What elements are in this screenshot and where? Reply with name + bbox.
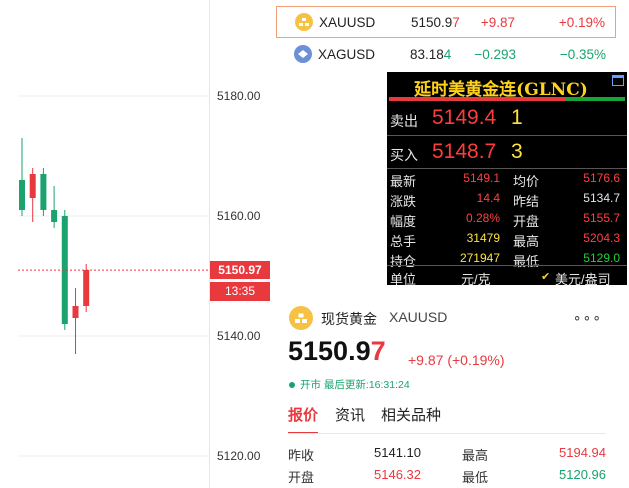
glnc-quote-panel: 延时美黄金连(GLNC) 卖出 5149.4 1 买入 5148.7 3 最新 …: [387, 72, 627, 285]
stat-label: 幅度: [390, 214, 417, 229]
bid-ask-ratio-green: [565, 97, 625, 101]
divider: [288, 433, 606, 434]
quote-change-pct: −0.35%: [559, 46, 606, 62]
y-tick-label: 5140.00: [217, 329, 261, 343]
stat-label: 昨收: [288, 448, 315, 463]
quote-price: 5150.97: [411, 15, 460, 30]
instrument-name: 现货黄金: [321, 311, 377, 327]
stat-label: 开盘: [288, 470, 315, 485]
tab-news[interactable]: 资讯: [335, 404, 365, 425]
stat-label: 最低: [462, 470, 489, 485]
checkmark-icon: ✔: [541, 271, 551, 283]
stat-label: 总手: [390, 234, 417, 249]
price-main: 5150.9: [288, 336, 371, 366]
candle-body: [29, 174, 36, 198]
price-last-digit: 7: [370, 336, 386, 366]
detail-stat-row: 开盘 5146.32 最低 5120.96: [288, 467, 606, 488]
market-open-dot-icon: [289, 381, 295, 388]
stat-label: 最高: [462, 448, 489, 463]
tab-quote[interactable]: 报价: [288, 404, 318, 425]
quote-list: XAUUSD 5150.97 +9.87 +0.19% XAGUSD 83.18…: [276, 6, 616, 70]
stat-value: 5134.7: [583, 191, 620, 205]
detail-stat-row: 昨收 5141.10 最高 5194.94: [288, 445, 606, 467]
unit-value[interactable]: 元/克: [461, 269, 491, 285]
time-tag: 13:35: [210, 282, 270, 301]
quote-price-main: 83.18: [410, 46, 444, 62]
glnc-buy-row: 买入 5148.7 3: [387, 135, 627, 169]
stat-label: 最高: [513, 234, 540, 249]
quote-change-pct: +0.19%: [558, 14, 605, 30]
unit-label: 单位: [390, 272, 417, 285]
stat-value: 31479: [466, 231, 500, 245]
glnc-stat-row: 总手 31479 最高 5204.3: [387, 229, 627, 249]
candle-body: [40, 174, 47, 210]
silver-coin-icon: [294, 45, 312, 63]
stat-value: 5176.6: [583, 171, 620, 185]
y-tick-label: 5160.00: [217, 209, 261, 223]
instrument-price: 5150.97: [288, 336, 386, 367]
instrument-symbol: XAUUSD: [389, 309, 448, 325]
glnc-stats-grid: 最新 5149.1 均价 5176.6 涨跌 14.4 昨结 5134.7 幅度…: [387, 168, 627, 269]
bid-ask-ratio-bar: [389, 97, 625, 101]
quote-change: −0.293: [474, 46, 516, 62]
quote-price-main: 5150.9: [411, 14, 453, 30]
quote-price-last-digit: 4: [443, 46, 452, 62]
sell-volume: 1: [511, 106, 523, 129]
market-status: 开市 最后更新:16:31:24: [289, 377, 410, 392]
gold-bars-icon: [289, 306, 313, 330]
more-options-icon[interactable]: ∘∘∘: [573, 309, 602, 326]
market-status-text: 开市 最后更新:16:31:24: [300, 379, 410, 391]
unit-alt[interactable]: 美元/盎司: [555, 269, 611, 285]
stat-value: 5129.0: [583, 251, 620, 265]
gold-coin-icon: [295, 13, 313, 31]
y-tick-label: 5180.00: [217, 89, 261, 103]
stat-value: 5149.1: [463, 171, 500, 185]
tab-related[interactable]: 相关品种: [381, 404, 441, 425]
stat-value: 14.4: [476, 191, 500, 205]
stat-value: 5194.94: [559, 445, 606, 460]
stat-label: 开盘: [513, 214, 540, 229]
quote-price-last-digit: 7: [452, 14, 460, 30]
quote-row-xauusd[interactable]: XAUUSD 5150.97 +9.87 +0.19%: [276, 6, 616, 38]
instrument-detail-card: 现货黄金 XAUUSD ∘∘∘ 5150.97 +9.87 (+0.19%) 开…: [277, 292, 616, 488]
candlestick-chart[interactable]: 5180.00 5160.00 5140.00 5120.00 5150.97 13:…: [0, 0, 276, 488]
stat-value: 0.28%: [465, 211, 500, 225]
buy-label: 买入: [390, 147, 418, 163]
glnc-unit-row: 单位 元/克 ✔ 美元/盎司: [387, 265, 627, 285]
quote-symbol: XAGUSD: [318, 46, 376, 62]
restore-window-icon[interactable]: [612, 75, 624, 86]
candle-body: [51, 210, 58, 222]
stat-label: 昨结: [513, 194, 540, 209]
stat-value: 5146.32: [374, 467, 421, 482]
stat-value: 5141.10: [374, 445, 421, 460]
chart-canvas[interactable]: 5180.00 5160.00 5140.00 5120.00: [0, 0, 276, 488]
quote-row-xagusd[interactable]: XAGUSD 83.184 −0.293 −0.35%: [276, 38, 616, 70]
stat-label: 均价: [513, 174, 540, 189]
sell-label: 卖出: [390, 113, 418, 129]
price-axis-divider: [209, 0, 210, 488]
current-price-tag: 5150.97: [210, 261, 270, 279]
stat-value: 5155.7: [583, 211, 620, 225]
stat-value: 5204.3: [583, 231, 620, 245]
instrument-change: +9.87 (+0.19%): [408, 352, 505, 368]
sell-price: 5149.4: [432, 106, 497, 129]
glnc-stat-row: 涨跌 14.4 昨结 5134.7: [387, 189, 627, 209]
quote-price: 83.184: [410, 47, 451, 62]
quote-change: +9.87: [480, 14, 515, 30]
stat-value: 271947: [459, 251, 500, 265]
stat-label: 涨跌: [390, 194, 417, 209]
glnc-sell-row: 卖出 5149.4 1: [387, 102, 627, 136]
candle-body: [83, 270, 90, 306]
buy-price: 5148.7: [432, 140, 497, 163]
stat-value: 5120.96: [559, 467, 606, 482]
candle-body: [19, 180, 25, 210]
buy-volume: 3: [511, 140, 523, 163]
quote-symbol: XAUUSD: [319, 14, 376, 30]
stat-label: 最新: [390, 174, 417, 189]
glnc-stat-row: 幅度 0.28% 开盘 5155.7: [387, 209, 627, 229]
glnc-stat-row: 最新 5149.1 均价 5176.6: [387, 169, 627, 189]
candle-body: [72, 306, 79, 318]
y-tick-label: 5120.00: [217, 449, 261, 463]
